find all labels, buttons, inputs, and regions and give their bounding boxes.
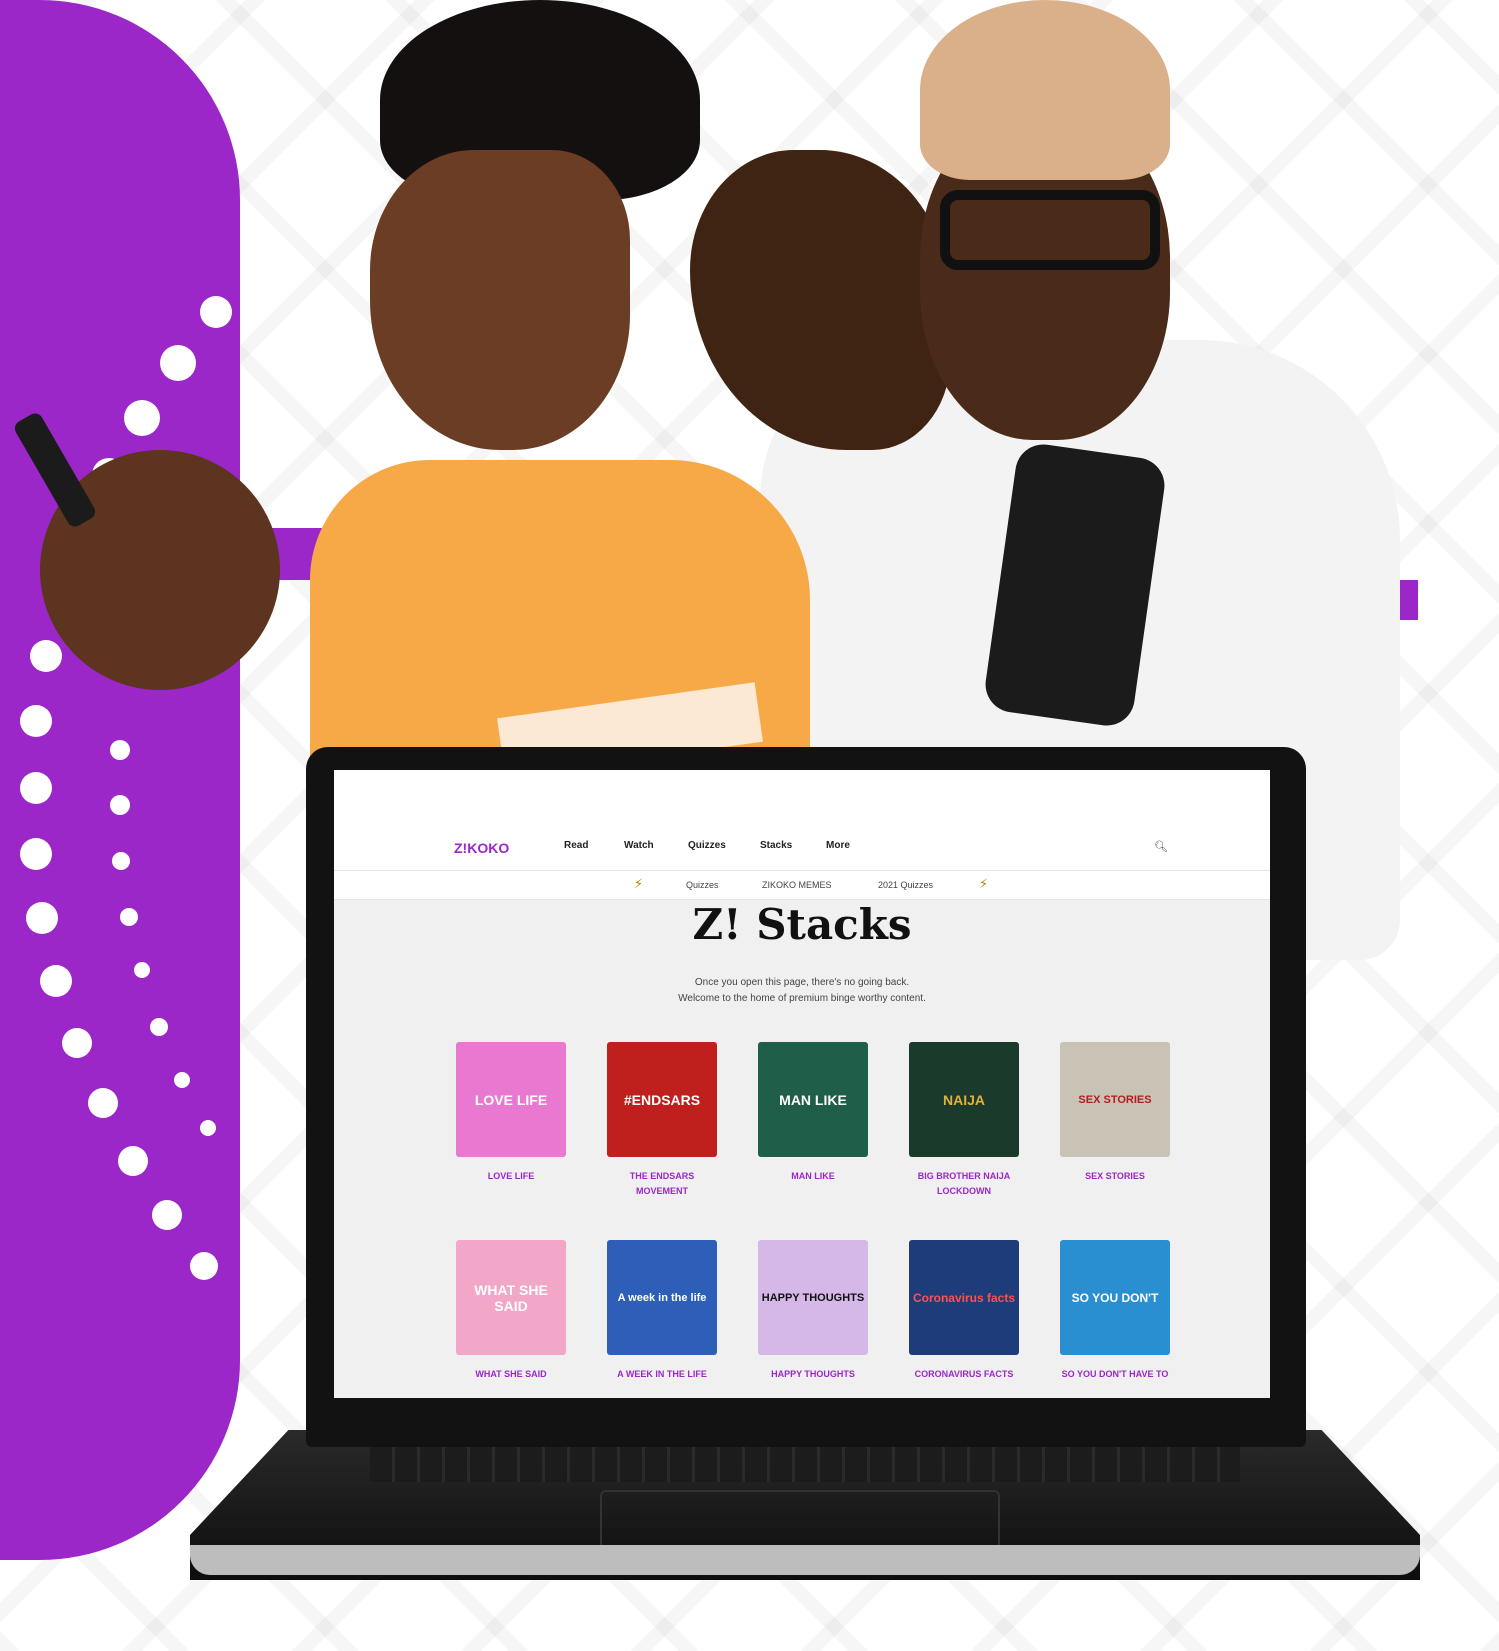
stack-card-what-she-said[interactable]: WHAT SHE SAID WHAT SHE SAID <box>456 1240 566 1382</box>
laptop-trackpad <box>600 1490 1000 1550</box>
stack-thumbnail[interactable]: NAIJA <box>909 1042 1019 1157</box>
glasses <box>940 190 1160 270</box>
subnav-2021-quizzes[interactable]: 2021 Quizzes <box>878 880 933 890</box>
stack-label[interactable]: BIG BROTHER NAIJA LOCKDOWN <box>909 1169 1019 1199</box>
stack-card-sex-stories[interactable]: SEX STORIES SEX STORIES <box>1060 1042 1170 1184</box>
page-title: Z! Stacks <box>692 900 912 949</box>
nav-more[interactable]: More <box>826 840 850 851</box>
stack-label[interactable]: THE ENDSARS MOVEMENT <box>607 1169 717 1199</box>
stack-label[interactable]: HAPPY THOUGHTS <box>758 1367 868 1382</box>
man-hair <box>920 0 1170 180</box>
stack-thumbnail[interactable]: SEX STORIES <box>1060 1042 1170 1157</box>
nav-quizzes[interactable]: Quizzes <box>688 840 726 851</box>
stack-thumbnail[interactable]: HAPPY THOUGHTS <box>758 1240 868 1355</box>
stack-label[interactable]: WHAT SHE SAID <box>456 1367 566 1382</box>
stack-card-happy-thoughts[interactable]: HAPPY THOUGHTS HAPPY THOUGHTS <box>758 1240 868 1382</box>
stack-card-endsars[interactable]: #ENDSARS THE ENDSARS MOVEMENT <box>607 1042 717 1199</box>
nav-stacks[interactable]: Stacks <box>760 840 792 851</box>
stack-card-love-life[interactable]: LOVE LIFE LOVE LIFE <box>456 1042 566 1184</box>
stack-card-so-you-dont[interactable]: SO YOU DON'T SO YOU DON'T HAVE TO <box>1060 1240 1170 1382</box>
laptop-base-edge <box>190 1545 1420 1575</box>
stack-thumbnail[interactable]: MAN LIKE <box>758 1042 868 1157</box>
subnav-memes[interactable]: ZIKOKO MEMES <box>762 880 832 890</box>
search-icon[interactable]: 🔍︎ <box>1154 840 1168 853</box>
stack-label[interactable]: SO YOU DON'T HAVE TO <box>1060 1367 1170 1382</box>
subnav-quizzes[interactable]: Quizzes <box>686 880 719 890</box>
stack-card-week-in-life[interactable]: A week in the life A WEEK IN THE LIFE <box>607 1240 717 1382</box>
page-subtitle: Once you open this page, there's no goin… <box>334 975 1270 1007</box>
woman-face <box>370 150 630 450</box>
stack-thumbnail[interactable]: #ENDSARS <box>607 1042 717 1157</box>
nav-read[interactable]: Read <box>564 840 588 851</box>
lightning-icon: ⚡︎ <box>979 876 989 891</box>
top-navigation: Z!KOKO Read Watch Quizzes Stacks More 🔍︎ <box>334 770 1270 871</box>
stack-card-bbnaija[interactable]: NAIJA BIG BROTHER NAIJA LOCKDOWN <box>909 1042 1019 1199</box>
subtitle-line-1: Once you open this page, there's no goin… <box>694 977 910 988</box>
site-logo[interactable]: Z!KOKO <box>454 840 509 856</box>
stack-label[interactable]: CORONAVIRUS FACTS <box>909 1367 1019 1382</box>
lightning-icon: ⚡︎ <box>634 876 644 891</box>
stack-label[interactable]: A WEEK IN THE LIFE <box>607 1367 717 1382</box>
stack-thumbnail[interactable]: A week in the life <box>607 1240 717 1355</box>
laptop-screen: Z!KOKO Read Watch Quizzes Stacks More 🔍︎… <box>334 770 1270 1398</box>
nav-watch[interactable]: Watch <box>624 840 654 851</box>
laptop-keyboard <box>370 1442 1240 1482</box>
stack-label[interactable]: SEX STORIES <box>1060 1169 1170 1184</box>
subtitle-line-2: Welcome to the home of premium binge wor… <box>678 993 926 1004</box>
stack-card-coronavirus[interactable]: Coronavirus facts CORONAVIRUS FACTS <box>909 1240 1019 1382</box>
stack-label[interactable]: LOVE LIFE <box>456 1169 566 1184</box>
sub-navigation: ⚡︎ Quizzes ZIKOKO MEMES 2021 Quizzes ⚡︎ <box>334 871 1270 900</box>
stack-card-man-like[interactable]: MAN LIKE MAN LIKE <box>758 1042 868 1184</box>
stack-label[interactable]: MAN LIKE <box>758 1169 868 1184</box>
stack-thumbnail[interactable]: WHAT SHE SAID <box>456 1240 566 1355</box>
stack-thumbnail[interactable]: Coronavirus facts <box>909 1240 1019 1355</box>
stack-thumbnail[interactable]: LOVE LIFE <box>456 1042 566 1157</box>
stack-thumbnail[interactable]: SO YOU DON'T <box>1060 1240 1170 1355</box>
